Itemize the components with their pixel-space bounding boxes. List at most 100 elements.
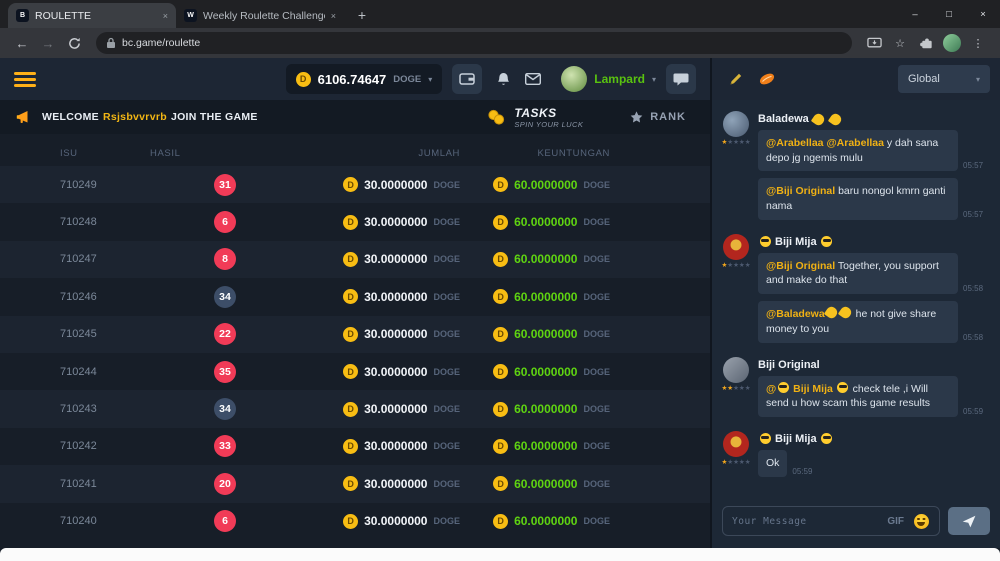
table-row[interactable]: 7102478D30.0000000DOGED60.0000000DOGE <box>0 241 710 278</box>
back-button[interactable]: ← <box>10 31 34 55</box>
profit-cell: D60.0000000DOGE <box>460 177 610 192</box>
extensions-button[interactable] <box>914 31 938 55</box>
chat-mention[interactable]: @Biji Original <box>766 185 835 197</box>
message-input[interactable] <box>732 516 879 527</box>
avatar[interactable] <box>723 431 749 457</box>
result-badge: 34 <box>214 286 236 308</box>
bookmark-star-button[interactable]: ☆ <box>888 31 912 55</box>
balance-dropdown[interactable]: D 6106.74647 DOGE ▾ <box>286 64 443 94</box>
notifications-bell-button[interactable] <box>496 71 511 87</box>
round-id: 710243 <box>60 403 150 415</box>
minimize-button[interactable]: – <box>898 0 932 28</box>
new-tab-button[interactable]: + <box>350 3 374 27</box>
sunglasses-emoji-icon <box>760 236 771 247</box>
doge-coin-icon: D <box>493 514 508 529</box>
tasks-subtitle: SPIN YOUR LUCK <box>514 120 583 129</box>
chat-username[interactable]: Biji Mija <box>758 236 990 248</box>
tab-close-icon[interactable]: × <box>163 11 168 21</box>
result-badge: 20 <box>214 473 236 495</box>
chat-mention[interactable]: @Baladewa <box>766 308 825 320</box>
chat-text: Biji Mija <box>775 433 817 445</box>
chat-text: Ok <box>766 457 779 469</box>
column-hasil: HASIL <box>150 148 300 159</box>
profit-cell: D60.0000000DOGE <box>460 476 610 491</box>
tab-weekly-challenge[interactable]: W Weekly Roulette Challenge - Win × <box>176 3 344 28</box>
table-row[interactable]: 71024120D30.0000000DOGED60.0000000DOGE <box>0 465 710 502</box>
column-isu: ISU <box>60 148 150 159</box>
messages-mail-button[interactable] <box>525 73 541 85</box>
avatar[interactable] <box>723 234 749 260</box>
bet-amount: 30.0000000 <box>364 252 427 266</box>
chat-mention[interactable]: @Arabellaa <box>826 137 884 149</box>
profit-cell: D60.0000000DOGE <box>460 289 610 304</box>
result-cell: 22 <box>150 323 300 345</box>
megaphone-icon <box>16 110 32 124</box>
emoji-picker-button[interactable] <box>914 514 929 529</box>
chat-room-select[interactable]: Global ▾ <box>898 65 990 93</box>
profile-avatar[interactable] <box>940 31 964 55</box>
lock-icon <box>106 37 116 49</box>
wallet-button[interactable] <box>452 64 482 94</box>
user-menu[interactable]: Lampard ▾ <box>561 66 656 92</box>
tab-close-icon[interactable]: × <box>331 11 336 21</box>
round-id: 710244 <box>60 366 150 378</box>
avatar[interactable] <box>723 357 749 383</box>
tab-title: Weekly Roulette Challenge - Win <box>203 10 325 22</box>
result-cell: 8 <box>150 248 300 270</box>
avatar-column: ★★★★★ <box>722 234 750 350</box>
app-header: D 6106.74647 DOGE ▾ Lampard ▾ <box>0 58 710 100</box>
main-panel: D 6106.74647 DOGE ▾ Lampard ▾ <box>0 58 710 548</box>
forward-button[interactable]: → <box>36 31 60 55</box>
tasks-banner[interactable]: TASKS SPIN YOUR LUCK <box>487 106 583 129</box>
bet-amount: 30.0000000 <box>364 327 427 341</box>
profit-currency: DOGE <box>583 367 610 377</box>
profit-cell: D60.0000000DOGE <box>460 327 610 342</box>
table-row[interactable]: 71024334D30.0000000DOGED60.0000000DOGE <box>0 390 710 427</box>
send-button[interactable] <box>948 507 990 535</box>
menu-kebab-icon[interactable]: ⋮ <box>966 31 990 55</box>
gif-button[interactable]: GIF <box>887 516 904 527</box>
bet-amount: 30.0000000 <box>364 365 427 379</box>
rank-banner[interactable]: RANK <box>629 110 686 125</box>
table-row[interactable]: 7102406D30.0000000DOGED60.0000000DOGE <box>0 503 710 540</box>
table-row[interactable]: 71024634D30.0000000DOGED60.0000000DOGE <box>0 278 710 315</box>
profit-currency: DOGE <box>583 292 610 302</box>
avatar[interactable] <box>723 111 749 137</box>
table-row[interactable]: 71024931D30.0000000DOGED60.0000000DOGE <box>0 166 710 203</box>
chat-username[interactable]: Biji Mija <box>758 433 990 445</box>
window-controls: – □ × <box>898 0 1000 28</box>
menu-hamburger-icon[interactable] <box>14 72 36 87</box>
chat-toggle-button[interactable] <box>666 64 696 94</box>
chat-message-list[interactable]: ★★★★★Baladewa@Arabellaa @Arabellaa y dah… <box>712 100 1000 498</box>
install-app-button[interactable] <box>862 31 886 55</box>
chat-mention[interactable]: Biji Mija <box>790 383 836 395</box>
avatar-column: ★★★★★ <box>722 111 750 227</box>
chat-mention[interactable]: @Arabellaa <box>766 137 824 149</box>
doge-coin-icon: D <box>493 252 508 267</box>
result-badge: 34 <box>214 398 236 420</box>
maximize-button[interactable]: □ <box>932 0 966 28</box>
message-time: 05:59 <box>963 407 983 417</box>
reload-button[interactable] <box>62 31 86 55</box>
bet-currency: DOGE <box>433 441 460 451</box>
username: Lampard <box>594 72 645 86</box>
address-bar[interactable]: bc.game/roulette <box>96 32 852 54</box>
chat-mention[interactable]: @Biji Original <box>766 260 835 272</box>
table-row[interactable]: 7102486D30.0000000DOGED60.0000000DOGE <box>0 203 710 240</box>
chat-mention[interactable]: @ <box>766 383 776 395</box>
table-row[interactable]: 71024233D30.0000000DOGED60.0000000DOGE <box>0 428 710 465</box>
round-id: 710242 <box>60 440 150 452</box>
chat-message: Ok05:59 <box>758 450 990 477</box>
doge-coin-icon: D <box>296 72 311 87</box>
sports-ball-button[interactable] <box>754 66 780 92</box>
close-button[interactable]: × <box>966 0 1000 28</box>
chat-username[interactable]: Biji Original <box>758 359 990 371</box>
table-row[interactable]: 71024522D30.0000000DOGED60.0000000DOGE <box>0 316 710 353</box>
moderator-quill-button[interactable] <box>722 66 748 92</box>
table-row[interactable]: 71024435D30.0000000DOGED60.0000000DOGE <box>0 353 710 390</box>
column-jumlah: JUMLAH <box>300 148 460 159</box>
welcome-username: Rsjsbvvrvrb <box>103 111 167 123</box>
profit-amount: 60.0000000 <box>514 327 577 341</box>
chat-username[interactable]: Baladewa <box>758 113 990 125</box>
tab-roulette[interactable]: B ROULETTE × <box>8 3 176 28</box>
